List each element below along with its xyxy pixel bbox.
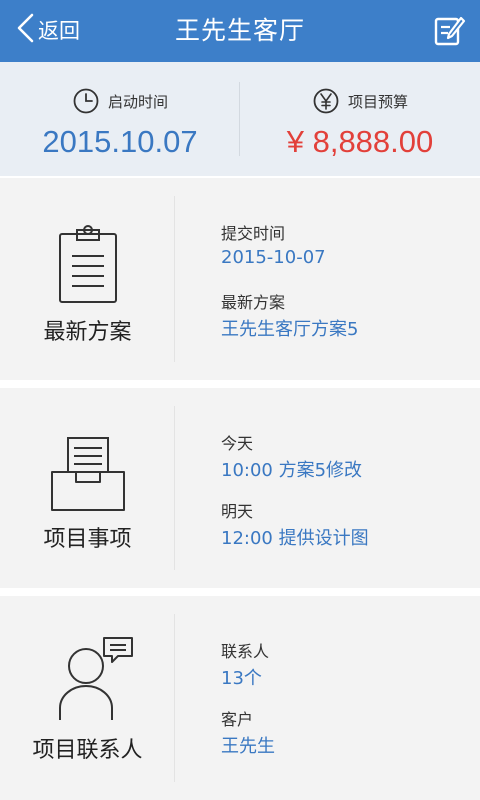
- client-label: 客户: [221, 710, 254, 729]
- start-time-stat: 启动时间 2015.10.07: [0, 62, 240, 176]
- budget-stat: 项目预算 ¥ 8,888.00: [240, 62, 480, 176]
- project-stats: 启动时间 2015.10.07 项目预算 ¥ 8,888.00: [0, 62, 480, 176]
- edit-button[interactable]: [432, 14, 466, 48]
- clock-icon: [73, 88, 99, 114]
- client-name[interactable]: 王先生: [221, 732, 275, 758]
- budget-label: 项目预算: [347, 92, 408, 111]
- top-bar: 王先生客厅 返回: [0, 0, 480, 62]
- edit-icon: [434, 16, 466, 46]
- tomorrow-task[interactable]: 12:00 提供设计图: [221, 524, 369, 550]
- submit-time-label: 提交时间: [221, 224, 286, 243]
- project-tasks-card[interactable]: 项目事项 今天 10:00 方案5修改 明天 12:00 提供设计图: [0, 388, 480, 588]
- start-time-label: 启动时间: [107, 92, 168, 111]
- contact-count[interactable]: 13个: [221, 664, 262, 690]
- latest-plan-label: 最新方案: [221, 293, 286, 312]
- section-gap: [0, 380, 480, 388]
- today-task[interactable]: 10:00 方案5修改: [221, 456, 362, 482]
- back-arrow-icon: [14, 12, 36, 48]
- submit-time-value: 2015-10-07: [221, 247, 326, 268]
- latest-plan-card[interactable]: 最新方案 提交时间 2015-10-07 最新方案 王先生客厅方案5: [0, 178, 480, 380]
- stats-divider: [239, 82, 240, 156]
- latest-plan-link[interactable]: 王先生客厅方案5: [221, 315, 358, 341]
- project-tasks-title: 项目事项: [43, 527, 132, 552]
- start-time-value: 2015.10.07: [42, 124, 198, 159]
- latest-plan-title: 最新方案: [43, 320, 132, 345]
- project-contacts-card[interactable]: 项目联系人 联系人 13个 客户 王先生: [0, 596, 480, 800]
- yen-icon: [313, 88, 339, 114]
- project-contacts-title: 项目联系人: [32, 738, 143, 763]
- budget-value: ¥ 8,888.00: [286, 124, 434, 159]
- clipboard-icon: [58, 225, 117, 303]
- back-label: 返回: [38, 19, 80, 43]
- contact-label: 联系人: [221, 642, 270, 661]
- section-gap: [0, 588, 480, 596]
- inbox-tray-icon: [50, 437, 125, 511]
- back-button[interactable]: 返回: [14, 10, 80, 50]
- tomorrow-label: 明天: [221, 502, 254, 521]
- person-chat-icon: [58, 637, 133, 720]
- today-label: 今天: [221, 434, 254, 453]
